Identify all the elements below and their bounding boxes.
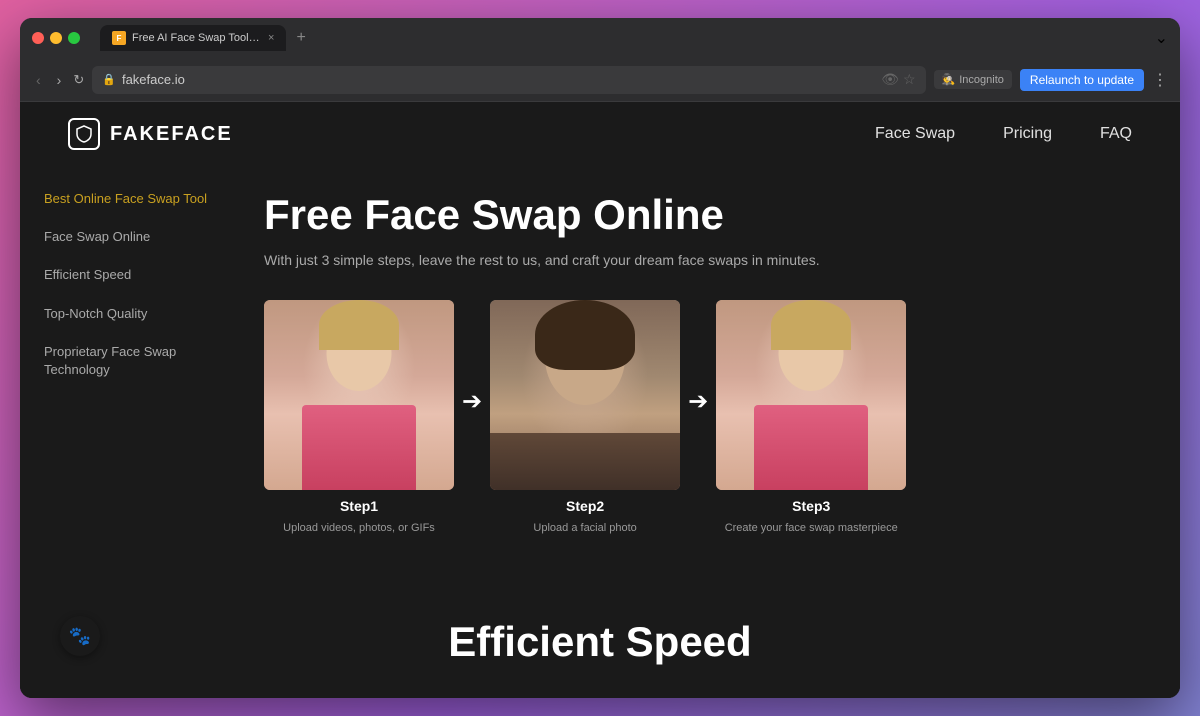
step-2-desc: Upload a facial photo <box>533 522 636 534</box>
url-text: fakeface.io <box>122 72 185 87</box>
site-nav: FAKEFACE Face Swap Pricing FAQ <box>20 102 1180 166</box>
arrow-2: ➔ <box>688 387 708 448</box>
nav-pricing[interactable]: Pricing <box>1003 125 1052 143</box>
title-bar: F Free AI Face Swap Tool for V... × + ⌄ <box>20 18 1180 58</box>
incognito-badge: 🕵 Incognito <box>934 70 1012 89</box>
sidebar-item-quality[interactable]: Top-Notch Quality <box>44 305 216 323</box>
sidebar-item-technology[interactable]: Proprietary Face Swap Technology <box>44 343 216 379</box>
new-tab-button[interactable]: + <box>290 27 311 49</box>
sidebar-item-efficient-speed[interactable]: Efficient Speed <box>44 266 216 284</box>
page-content: FAKEFACE Face Swap Pricing FAQ Best Onli… <box>20 102 1180 698</box>
step-1-item: Step1 Upload videos, photos, or GIFs <box>264 300 454 534</box>
efficient-speed-title: Efficient Speed <box>68 618 1132 666</box>
step-3-item: Step3 Create your face swap masterpiece <box>716 300 906 534</box>
incognito-label: Incognito <box>959 74 1004 86</box>
incognito-icon: 🕵 <box>942 73 956 86</box>
forward-button[interactable]: › <box>53 68 66 92</box>
star-icon[interactable]: ☆ <box>903 71 916 88</box>
step-1-label: Step1 <box>340 498 378 514</box>
hero-subtitle: With just 3 simple steps, leave the rest… <box>264 252 1132 268</box>
step-1-hair <box>319 300 399 350</box>
url-bar[interactable]: 🔒 fakeface.io 👁 ☆ <box>92 66 925 94</box>
refresh-button[interactable]: ↻ <box>73 72 84 88</box>
arrow-1: ➔ <box>462 387 482 448</box>
content-area: Free Face Swap Online With just 3 simple… <box>240 166 1180 586</box>
step-3-label: Step3 <box>792 498 830 514</box>
nav-links: Face Swap Pricing FAQ <box>875 125 1132 143</box>
maximize-window-button[interactable] <box>68 32 80 44</box>
step-1-image <box>264 300 454 490</box>
nav-face-swap[interactable]: Face Swap <box>875 125 955 143</box>
step-3-image <box>716 300 906 490</box>
logo-icon <box>68 118 100 150</box>
logo: FAKEFACE <box>68 118 233 150</box>
sidebar: Best Online Face Swap Tool Face Swap Onl… <box>20 166 240 586</box>
active-tab[interactable]: F Free AI Face Swap Tool for V... × <box>100 25 286 51</box>
step-1-desc: Upload videos, photos, or GIFs <box>283 522 435 534</box>
bottom-section: Efficient Speed <box>20 586 1180 698</box>
step-2-item: Step2 Upload a facial photo <box>490 300 680 534</box>
step-3-desc: Create your face swap masterpiece <box>725 522 898 534</box>
back-button[interactable]: ‹ <box>32 68 45 92</box>
tab-close-button[interactable]: × <box>268 32 274 44</box>
tab-area: F Free AI Face Swap Tool for V... × + <box>100 25 1147 51</box>
tab-title: Free AI Face Swap Tool for V... <box>132 32 262 44</box>
close-window-button[interactable] <box>32 32 44 44</box>
relaunch-button[interactable]: Relaunch to update <box>1020 69 1144 91</box>
address-bar: ‹ › ↻ 🔒 fakeface.io 👁 ☆ 🕵 Incognito Rela… <box>20 58 1180 102</box>
minimize-window-button[interactable] <box>50 32 62 44</box>
lock-icon: 🔒 <box>102 73 116 86</box>
step-2-image <box>490 300 680 490</box>
main-area: Best Online Face Swap Tool Face Swap Onl… <box>20 166 1180 586</box>
window-expand: ⌄ <box>1155 28 1168 48</box>
sidebar-item-best-tool[interactable]: Best Online Face Swap Tool <box>44 190 216 208</box>
more-options-button[interactable]: ⋮ <box>1152 70 1168 90</box>
chat-button[interactable]: 🐾 <box>60 616 100 656</box>
sidebar-item-face-swap-online[interactable]: Face Swap Online <box>44 228 216 246</box>
step-2-hair <box>535 300 635 370</box>
hero-title: Free Face Swap Online <box>264 190 1132 240</box>
logo-text: FAKEFACE <box>110 123 233 146</box>
traffic-lights <box>32 32 80 44</box>
step-3-hair <box>771 300 851 350</box>
url-actions: 👁 ☆ <box>881 71 915 88</box>
tab-favicon-icon: F <box>112 31 126 45</box>
nav-faq[interactable]: FAQ <box>1100 125 1132 143</box>
step-2-label: Step2 <box>566 498 604 514</box>
steps-row: Step1 Upload videos, photos, or GIFs ➔ S… <box>264 300 1132 534</box>
eye-icon[interactable]: 👁 <box>881 71 899 88</box>
